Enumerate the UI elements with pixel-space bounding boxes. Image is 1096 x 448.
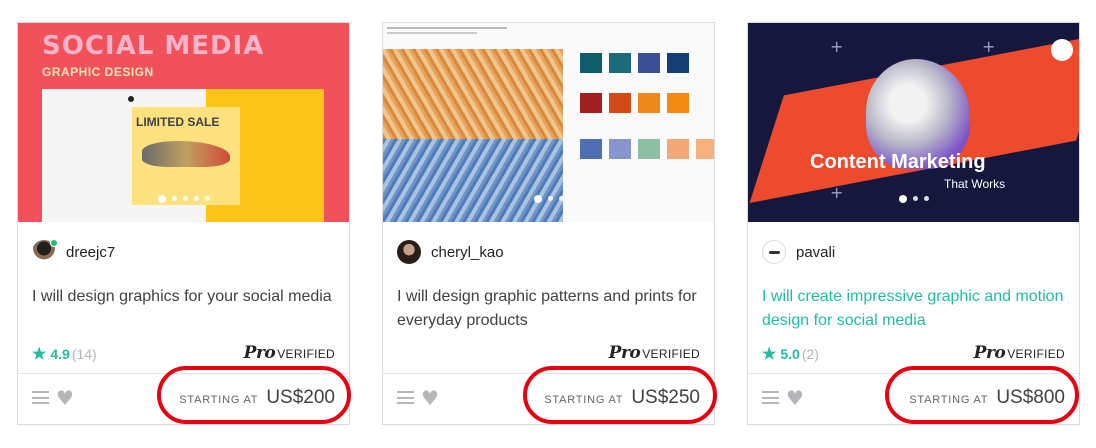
carousel-dot[interactable] bbox=[912, 196, 918, 202]
gig-title[interactable]: I will create impressive graphic and mot… bbox=[762, 285, 1067, 333]
seller-name[interactable]: pavali bbox=[796, 244, 835, 261]
carousel-dot[interactable] bbox=[923, 196, 929, 202]
carousel-dot[interactable] bbox=[171, 196, 177, 202]
carousel-dot[interactable] bbox=[157, 194, 166, 203]
gig-title[interactable]: I will design graphic patterns and print… bbox=[397, 285, 702, 333]
seller-info[interactable]: dreejc7 bbox=[32, 239, 115, 265]
carousel-dot[interactable] bbox=[547, 196, 553, 202]
price-highlight-annotation bbox=[523, 366, 717, 424]
seller-info[interactable]: cheryl_kao bbox=[397, 239, 504, 265]
thumbnail-header-line bbox=[387, 27, 507, 29]
thumbnail-pattern-blue bbox=[383, 139, 563, 222]
online-status-dot bbox=[50, 239, 58, 247]
gig-rating: ★ 5.0 (2) bbox=[762, 344, 819, 364]
rating-value: 4.9 bbox=[50, 346, 70, 362]
color-swatch bbox=[580, 53, 602, 73]
gig-card-footer: ♥ STARTING AT US$200 bbox=[18, 366, 351, 425]
carousel-dots[interactable] bbox=[383, 190, 714, 208]
gig-thumbnail[interactable]: + + + Content Marketing That Works bbox=[748, 23, 1079, 222]
color-swatch bbox=[667, 139, 689, 159]
gig-title[interactable]: I will design graphics for your social m… bbox=[32, 285, 337, 309]
seller-avatar[interactable] bbox=[397, 240, 421, 264]
thumbnail-sale-text: LIMITED SALE bbox=[136, 115, 220, 129]
carousel-dots[interactable] bbox=[748, 190, 1079, 208]
carousel-dot[interactable] bbox=[204, 196, 210, 202]
thumbnail-profile-dot bbox=[128, 96, 134, 102]
menu-icon[interactable] bbox=[762, 391, 779, 404]
menu-icon[interactable] bbox=[397, 391, 414, 404]
gig-thumbnail[interactable] bbox=[383, 23, 714, 222]
seller-avatar[interactable] bbox=[762, 240, 786, 264]
color-swatch bbox=[667, 53, 689, 73]
color-swatch bbox=[609, 53, 631, 73]
carousel-dot[interactable] bbox=[182, 196, 188, 202]
color-swatch bbox=[609, 93, 631, 113]
gig-card-cheryl-kao[interactable]: cheryl_kao I will design graphic pattern… bbox=[382, 22, 717, 425]
heart-icon[interactable]: ♥ bbox=[56, 386, 74, 410]
plus-decoration-icon: + bbox=[830, 37, 844, 56]
verified-label: VERIFIED bbox=[642, 347, 700, 361]
star-icon: ★ bbox=[32, 346, 47, 363]
gig-card-pavali[interactable]: + + + Content Marketing That Works paval… bbox=[747, 22, 1080, 425]
color-swatch bbox=[580, 139, 602, 159]
pro-logo: Pro bbox=[973, 343, 1006, 363]
gig-card-footer: ♥ STARTING AT US$800 bbox=[748, 366, 1079, 425]
heart-icon[interactable]: ♥ bbox=[786, 386, 804, 410]
carousel-dot[interactable] bbox=[533, 194, 542, 203]
menu-icon[interactable] bbox=[32, 391, 49, 404]
pro-logo: Pro bbox=[243, 343, 276, 363]
carousel-dot[interactable] bbox=[898, 194, 907, 203]
color-swatch bbox=[667, 93, 689, 113]
pro-logo: Pro bbox=[608, 343, 641, 363]
brand-logo-icon bbox=[1051, 39, 1073, 61]
seller-name[interactable]: cheryl_kao bbox=[431, 244, 504, 261]
color-swatch bbox=[638, 53, 660, 73]
carousel-dot[interactable] bbox=[558, 196, 564, 202]
verified-label: VERIFIED bbox=[1007, 347, 1065, 361]
pro-verified-badge: Pro VERIFIED bbox=[974, 343, 1065, 363]
seller-avatar[interactable] bbox=[32, 239, 58, 264]
thumbnail-subheadline: That Works bbox=[944, 177, 1006, 191]
color-swatch bbox=[580, 93, 602, 113]
gig-card-dreejc7[interactable]: SOCIAL MEDIA GRAPHIC DESIGN LIMITED SALE… bbox=[17, 22, 351, 425]
gig-card-footer: ♥ STARTING AT US$250 bbox=[383, 366, 717, 425]
thumbnail-subheadline: GRAPHIC DESIGN bbox=[42, 65, 154, 79]
price-highlight-annotation bbox=[157, 366, 351, 424]
color-swatch bbox=[638, 139, 660, 159]
review-count: (2) bbox=[801, 346, 819, 362]
color-swatch bbox=[696, 139, 714, 159]
plus-decoration-icon: + bbox=[982, 37, 996, 56]
color-swatch bbox=[609, 139, 631, 159]
thumbnail-headline: Content Marketing bbox=[810, 151, 986, 173]
price-highlight-annotation bbox=[885, 366, 1079, 424]
star-icon: ★ bbox=[762, 346, 777, 363]
pro-verified-badge: Pro VERIFIED bbox=[609, 343, 700, 363]
thumbnail-pattern-orange bbox=[383, 49, 563, 139]
carousel-dot[interactable] bbox=[193, 196, 199, 202]
carousel-dots[interactable] bbox=[18, 190, 349, 208]
color-swatch bbox=[638, 93, 660, 113]
gig-thumbnail[interactable]: SOCIAL MEDIA GRAPHIC DESIGN LIMITED SALE bbox=[18, 23, 349, 222]
review-count: (14) bbox=[71, 346, 97, 362]
heart-icon[interactable]: ♥ bbox=[421, 386, 439, 410]
seller-name[interactable]: dreejc7 bbox=[66, 244, 115, 261]
seller-info[interactable]: pavali bbox=[762, 239, 835, 265]
verified-label: VERIFIED bbox=[277, 347, 335, 361]
thumbnail-header-line bbox=[387, 32, 477, 34]
thumbnail-headline: SOCIAL MEDIA bbox=[42, 31, 265, 61]
gig-rating: ★ 4.9 (14) bbox=[32, 344, 97, 364]
rating-value: 5.0 bbox=[780, 346, 800, 362]
pro-verified-badge: Pro VERIFIED bbox=[244, 343, 335, 363]
